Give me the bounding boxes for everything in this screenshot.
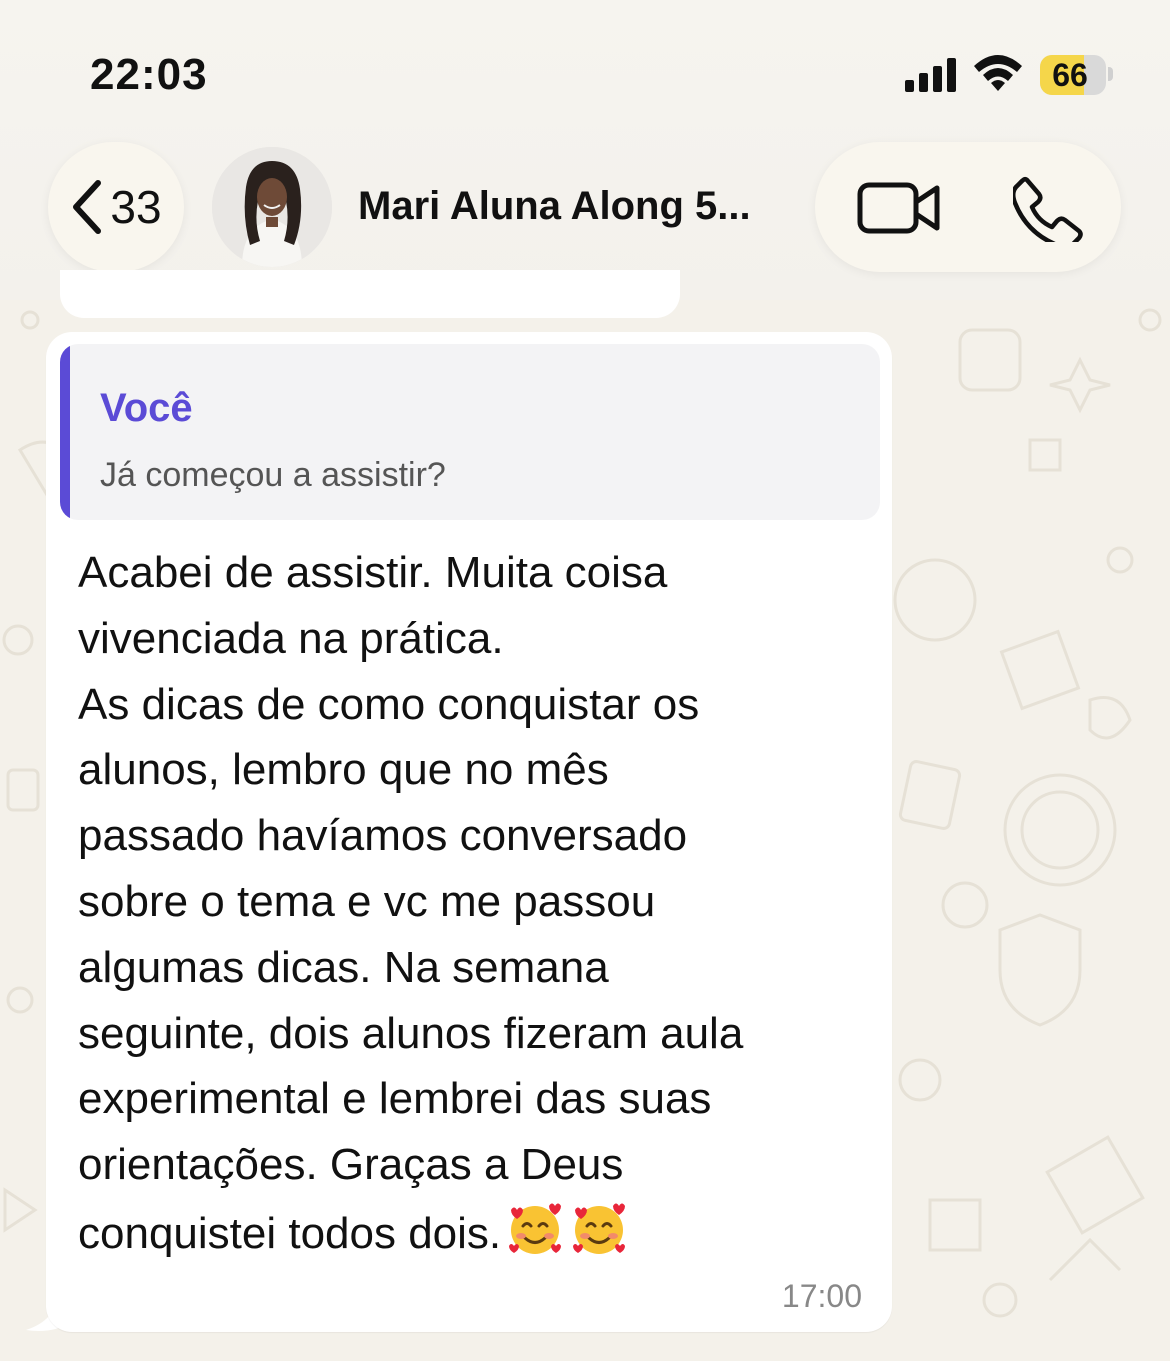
avatar[interactable] — [212, 147, 332, 267]
previous-message-bubble — [60, 270, 680, 318]
quote-accent-bar — [60, 344, 70, 520]
unread-count: 33 — [110, 181, 162, 233]
back-button[interactable]: 33 — [48, 142, 184, 272]
quoted-message[interactable]: Você Já começou a assistir? — [60, 344, 880, 520]
quoted-author: Você — [100, 386, 193, 430]
quoted-text: Já começou a assistir? — [100, 456, 446, 494]
battery-tip — [1108, 67, 1113, 81]
contact-name[interactable]: Mari Aluna Along 5... — [358, 184, 751, 229]
video-call-icon[interactable] — [857, 180, 941, 236]
message-text: Acabei de assistir. Muita coisa vivencia… — [78, 548, 744, 1258]
status-time: 22:03 — [90, 50, 208, 99]
message-body: Acabei de assistir. Muita coisa vivencia… — [78, 540, 868, 1267]
smiling-face-with-hearts-icon — [509, 1203, 562, 1254]
cellular-signal-icon — [905, 58, 956, 92]
smiling-face-with-hearts-icon — [573, 1203, 626, 1254]
message-timestamp: 17:00 — [781, 1278, 862, 1314]
battery-level: 66 — [1052, 57, 1088, 93]
message-bubble[interactable]: Você Já começou a assistir? Acabei de as… — [46, 332, 892, 1332]
call-actions — [815, 142, 1121, 272]
avatar-photo — [212, 147, 332, 267]
top-bar: 22:03 66 33 Mari Aluna Along 5... — [0, 0, 1170, 300]
wifi-icon — [974, 55, 1022, 91]
battery-indicator: 66 — [1040, 55, 1106, 95]
chevron-left-icon — [73, 180, 102, 234]
phone-call-icon[interactable] — [1013, 176, 1083, 242]
